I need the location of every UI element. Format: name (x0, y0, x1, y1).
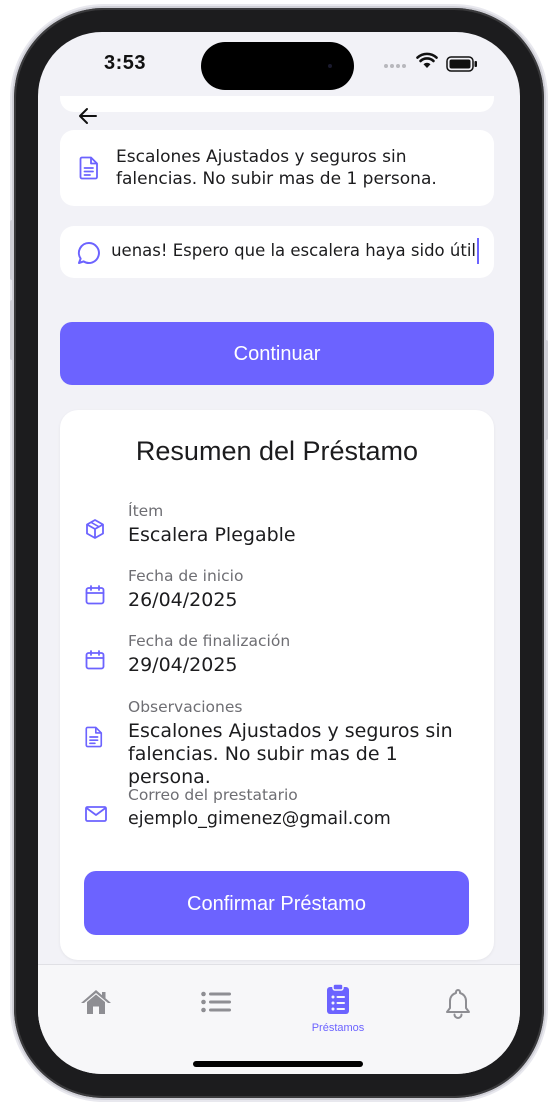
status-bar: 3:53 (38, 32, 520, 102)
continue-button[interactable]: Continuar (60, 322, 494, 385)
camera-dot (328, 64, 332, 68)
summary-title: Resumen del Préstamo (135, 436, 419, 466)
observaciones-input[interactable]: Escalones Ajustados y seguros sin falenc… (116, 146, 476, 190)
tab-home[interactable] (56, 987, 136, 1022)
side-button (544, 340, 548, 440)
bottom-tab-bar: Préstamos (38, 964, 520, 1074)
borrower-email-value: ejemplo_gimenez@gmail.com (128, 809, 391, 829)
observaciones-field[interactable]: Escalones Ajustados y seguros sin falenc… (60, 130, 494, 206)
wifi-icon (416, 52, 438, 68)
start-date-value: 26/04/2025 (128, 589, 238, 611)
item-label: Ítem (128, 502, 164, 520)
text-cursor (477, 238, 479, 264)
loan-summary-card: Resumen del Préstamo Ítem Escalera Plega… (60, 410, 494, 960)
signal-icon (384, 64, 406, 68)
app-screen: 3:53 Escalones Ajustados y seguros sin f… (38, 32, 520, 1074)
end-date-label: Fecha de finalización (128, 632, 291, 650)
mail-icon (85, 806, 107, 822)
confirm-loan-button[interactable]: Confirmar Préstamo (84, 871, 469, 935)
tab-notifications[interactable] (418, 987, 498, 1024)
observations-label: Observaciones (128, 698, 243, 716)
home-indicator[interactable] (193, 1061, 363, 1067)
box-icon (86, 519, 104, 539)
side-button (10, 300, 14, 360)
previous-field-card (60, 96, 494, 112)
bell-icon (446, 989, 470, 1019)
calendar-icon (85, 650, 105, 670)
document-icon (79, 156, 98, 180)
home-icon (81, 990, 111, 1014)
start-date-label: Fecha de inicio (128, 567, 244, 585)
calendar-icon (85, 585, 105, 605)
item-value: Escalera Plegable (128, 524, 296, 546)
tab-prestamos[interactable]: Préstamos (298, 983, 378, 1034)
mensaje-input[interactable]: Buenas! Espero que la escalera haya sido… (112, 241, 476, 260)
battery-icon (446, 56, 477, 72)
mensaje-field[interactable]: Buenas! Espero que la escalera haya sido… (60, 226, 494, 278)
list-icon (201, 991, 231, 1013)
status-time: 3:53 (104, 52, 147, 74)
end-date-value: 29/04/2025 (128, 654, 238, 676)
observations-value: Escalones Ajustados y seguros sin falenc… (128, 720, 453, 788)
tab-list[interactable] (176, 987, 256, 1022)
tab-prestamos-label: Préstamos (311, 1022, 365, 1034)
side-button (10, 220, 14, 280)
chat-bubble-icon (77, 241, 100, 264)
back-arrow-icon[interactable] (74, 102, 102, 130)
clipboard-icon (327, 983, 349, 1014)
borrower-email-label: Correo del prestatario (128, 786, 298, 804)
document-icon (85, 726, 103, 748)
